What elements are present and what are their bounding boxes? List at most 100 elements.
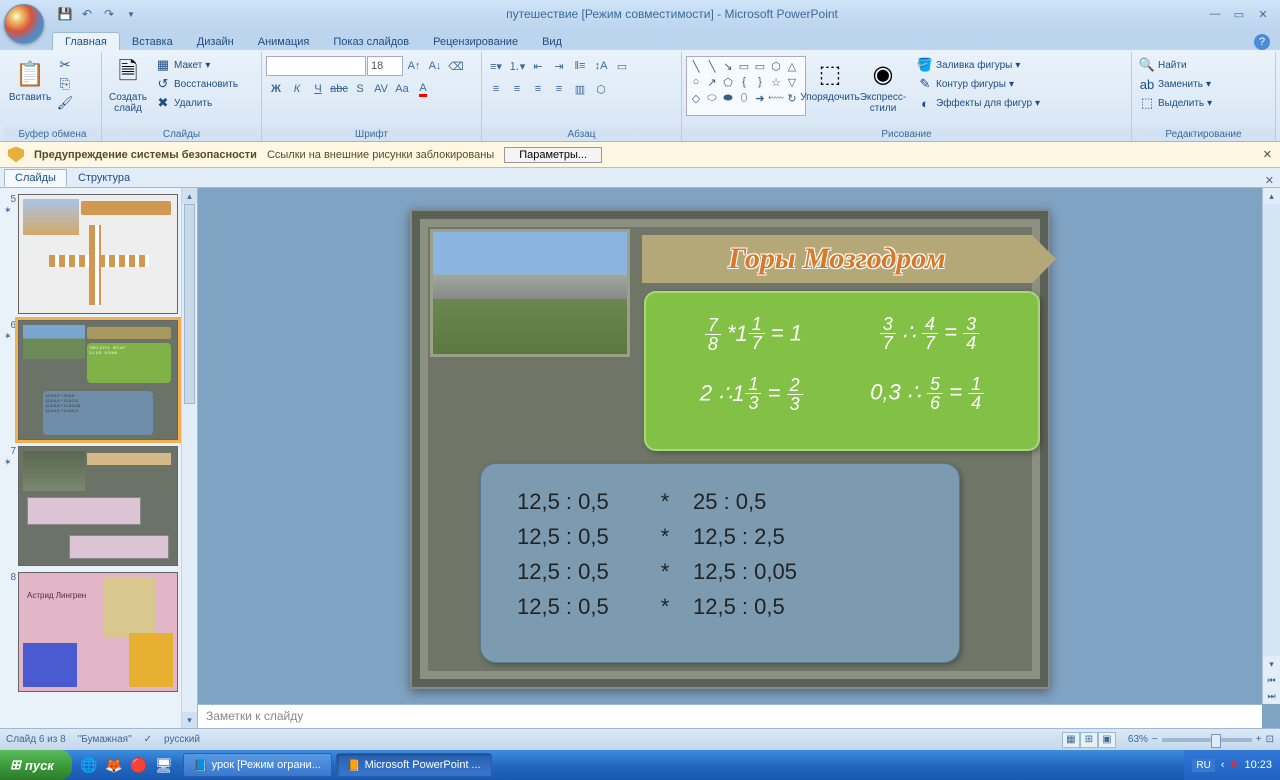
zoom-out-button[interactable]: −: [1152, 734, 1158, 745]
brush-icon: 🖌: [57, 95, 73, 111]
quick-styles-button[interactable]: ◉ Экспресс-стили: [854, 56, 912, 116]
shadow-button[interactable]: S: [350, 79, 370, 99]
notes-pane[interactable]: Заметки к слайду: [198, 704, 1262, 728]
char-spacing-button[interactable]: AV: [371, 79, 391, 99]
align-right-button[interactable]: ≡: [528, 79, 548, 99]
align-left-button[interactable]: ≡: [486, 79, 506, 99]
arrange-button[interactable]: ⬚ Упорядочить: [808, 56, 852, 105]
view-sorter-button[interactable]: ⊞: [1080, 732, 1098, 748]
tray-kaspersky-icon[interactable]: K: [1231, 759, 1239, 771]
zoom-in-button[interactable]: +: [1256, 734, 1262, 745]
tab-home[interactable]: Главная: [52, 32, 120, 50]
mountain-image[interactable]: [430, 229, 630, 357]
ql-firefox-icon[interactable]: 🦊: [103, 754, 125, 776]
format-painter-button[interactable]: 🖌: [54, 94, 76, 112]
shape-outline-button[interactable]: ✎Контур фигуры ▾: [914, 75, 1043, 93]
zoom-level[interactable]: 63%: [1128, 734, 1148, 745]
tab-slideshow[interactable]: Показ слайдов: [321, 33, 421, 50]
thumbnail-7[interactable]: 7✶: [4, 446, 193, 566]
columns-button[interactable]: ▥: [570, 79, 590, 99]
taskbar-powerpoint-button[interactable]: 📙Microsoft PowerPoint ...: [336, 753, 492, 777]
new-slide-button[interactable]: 🗎 Создать слайд: [106, 56, 150, 116]
layout-button[interactable]: ▦Макет ▾: [152, 56, 241, 74]
redo-icon[interactable]: ↷: [100, 5, 118, 23]
italic-button[interactable]: К: [287, 79, 307, 99]
grow-font-button[interactable]: A↑: [404, 56, 424, 76]
help-icon[interactable]: ?: [1254, 34, 1270, 50]
ql-ie-icon[interactable]: 🌐: [78, 754, 100, 776]
align-center-button[interactable]: ≡: [507, 79, 527, 99]
thumbnail-6[interactable]: 6✶ 7/8*1 1/7=1 3/7:4/72:1 1/3 0,3:5/6 12…: [4, 320, 193, 440]
office-button[interactable]: [4, 4, 44, 44]
underline-button[interactable]: Ч: [308, 79, 328, 99]
green-formula-box[interactable]: 78 *117 = 1 37 ∴ 47 = 34 2 ∴113 = 23 0,3…: [644, 291, 1040, 451]
numbering-button[interactable]: ⒈▾: [507, 56, 527, 76]
slide-title-banner[interactable]: Горы Мозгодром: [642, 235, 1032, 283]
indent-inc-button[interactable]: ⇥: [549, 56, 569, 76]
tab-outline-panel[interactable]: Структура: [67, 169, 141, 187]
panel-close-button[interactable]: ✕: [1265, 174, 1274, 187]
view-normal-button[interactable]: ▦: [1062, 732, 1080, 748]
tab-insert[interactable]: Вставка: [120, 33, 185, 50]
zoom-fit-button[interactable]: ⊡: [1266, 734, 1274, 745]
save-icon[interactable]: 💾: [56, 5, 74, 23]
slide-canvas[interactable]: Горы Мозгодром 78 *117 = 1 37 ∴ 47 = 34 …: [410, 209, 1050, 689]
shrink-font-button[interactable]: A↓: [425, 56, 445, 76]
line-spacing-button[interactable]: ‖≡: [570, 56, 590, 76]
slide-vertical-scrollbar[interactable]: ▴ ▾⏮⏭: [1262, 188, 1280, 704]
cut-button[interactable]: ✂: [54, 56, 76, 74]
shapes-gallery[interactable]: ╲╲↘▭▭⬡△ ○↗⬠{}☆▽ ◇⬭⬬⬯➜⬳↻: [686, 56, 806, 116]
undo-icon[interactable]: ↶: [78, 5, 96, 23]
tab-design[interactable]: Дизайн: [185, 33, 246, 50]
tab-review[interactable]: Рецензирование: [421, 33, 530, 50]
justify-button[interactable]: ≡: [549, 79, 569, 99]
zoom-slider[interactable]: [1162, 738, 1252, 742]
paste-button[interactable]: 📋 Вставить: [8, 56, 52, 105]
view-slideshow-button[interactable]: ▣: [1098, 732, 1116, 748]
prev-slide-button[interactable]: ⏮: [1263, 672, 1280, 688]
blue-formula-box[interactable]: 12,5 : 0,5*25 : 0,5 12,5 : 0,5*12,5 : 2,…: [480, 463, 960, 663]
bullets-button[interactable]: ≡▾: [486, 56, 506, 76]
thumbnail-8[interactable]: 8 Астрид Лингрен: [4, 572, 193, 692]
minimize-button[interactable]: —: [1204, 6, 1226, 22]
font-color-button[interactable]: A: [413, 79, 433, 99]
font-combo[interactable]: [266, 56, 366, 76]
shape-fill-button[interactable]: 🪣Заливка фигуры ▾: [914, 56, 1043, 74]
taskbar-word-button[interactable]: 📘урок [Режим ограни...: [183, 753, 332, 777]
tray-clock[interactable]: 10:23: [1244, 759, 1272, 771]
security-close-button[interactable]: ✕: [1263, 148, 1272, 161]
ql-desktop-icon[interactable]: 🖥: [153, 754, 175, 776]
copy-button[interactable]: ⎘: [54, 75, 76, 93]
tab-view[interactable]: Вид: [530, 33, 574, 50]
close-button[interactable]: ✕: [1252, 6, 1274, 22]
reset-button[interactable]: ↺Восстановить: [152, 75, 241, 93]
font-size-combo[interactable]: 18: [367, 56, 403, 76]
maximize-button[interactable]: ▭: [1228, 6, 1250, 22]
spellcheck-icon[interactable]: ✓: [144, 734, 152, 745]
thumbnail-5[interactable]: 5✶: [4, 194, 193, 314]
security-options-button[interactable]: Параметры...: [504, 147, 602, 163]
find-button[interactable]: 🔍Найти: [1136, 56, 1215, 74]
start-button[interactable]: ⊞пуск: [0, 750, 72, 780]
tray-language[interactable]: RU: [1192, 759, 1214, 772]
shape-effects-button[interactable]: ◐Эффекты для фигур ▾: [914, 94, 1043, 112]
thumbnail-scrollbar[interactable]: ▴▾: [181, 188, 197, 728]
status-language[interactable]: русский: [164, 734, 200, 745]
replace-button[interactable]: abЗаменить ▾: [1136, 75, 1215, 93]
text-direction-button[interactable]: ↕A: [591, 56, 611, 76]
smartart-button[interactable]: ⬡: [591, 79, 611, 99]
ql-opera-icon[interactable]: 🔴: [128, 754, 150, 776]
delete-button[interactable]: ✖Удалить: [152, 94, 241, 112]
strike-button[interactable]: abc: [329, 79, 349, 99]
next-slide-button[interactable]: ⏭: [1263, 688, 1280, 704]
select-button[interactable]: ⬚Выделить ▾: [1136, 94, 1215, 112]
tab-animation[interactable]: Анимация: [246, 33, 322, 50]
tray-icon[interactable]: ‹: [1221, 759, 1225, 771]
indent-dec-button[interactable]: ⇤: [528, 56, 548, 76]
qat-dropdown-icon[interactable]: ▼: [122, 5, 140, 23]
bold-button[interactable]: Ж: [266, 79, 286, 99]
tab-slides-panel[interactable]: Слайды: [4, 169, 67, 187]
clear-format-button[interactable]: ⌫: [446, 56, 466, 76]
align-text-button[interactable]: ▭: [612, 56, 632, 76]
change-case-button[interactable]: Aa: [392, 79, 412, 99]
